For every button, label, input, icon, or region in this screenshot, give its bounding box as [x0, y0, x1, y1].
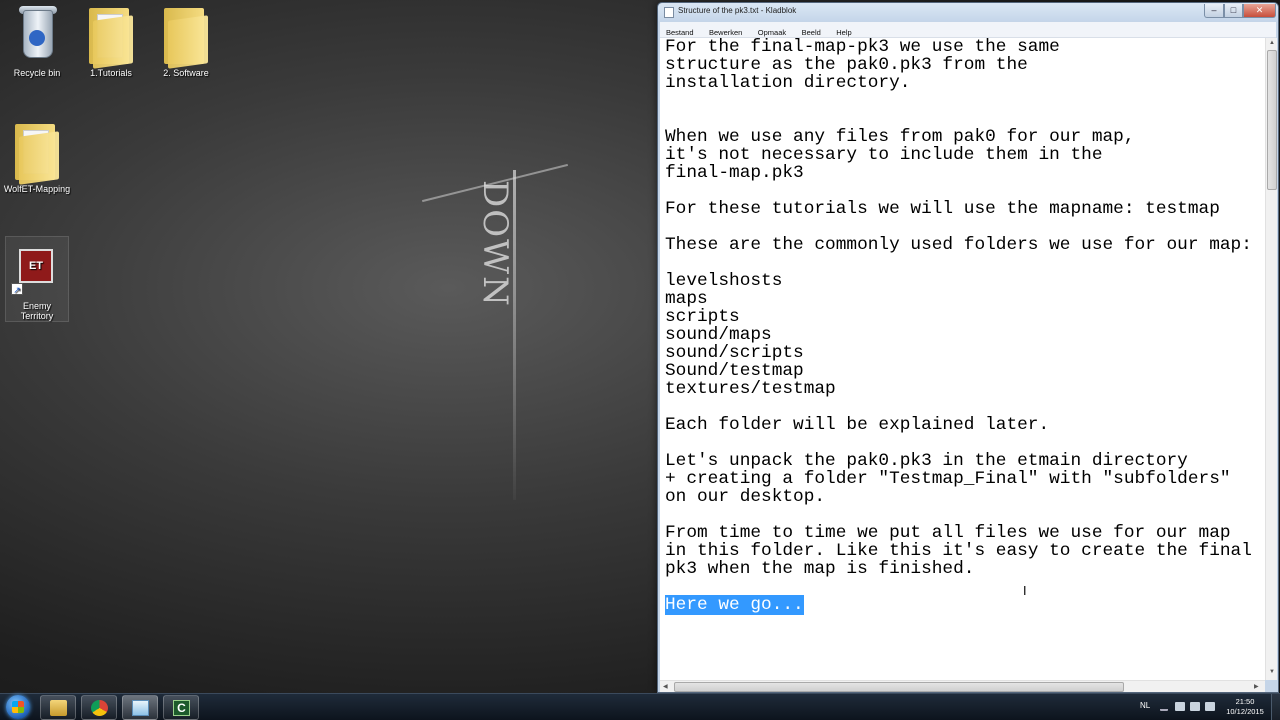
desktop-icon-label: 2. Software: [163, 68, 209, 78]
taskbar-notepad[interactable]: [122, 695, 158, 720]
start-button[interactable]: [6, 695, 30, 719]
text-line: maps: [665, 289, 708, 309]
volume-icon[interactable]: [1205, 702, 1215, 711]
text-line: These are the commonly used folders we u…: [665, 235, 1252, 255]
text-line: [665, 182, 1252, 200]
text-line: final-map.pk3: [665, 163, 804, 183]
text-line: [665, 578, 1252, 596]
text-line: it's not necessary to include them in th…: [665, 145, 1103, 165]
text-line: sound/scripts: [665, 343, 804, 363]
horizontal-scrollbar[interactable]: ◀ ▶: [660, 680, 1265, 692]
desktop-icon-tutorials[interactable]: 1.Tutorials: [75, 4, 147, 78]
editor-text[interactable]: For the final-map-pk3 we use the same str…: [665, 38, 1252, 615]
text-line: For the final-map-pk3 we use the same: [665, 38, 1060, 57]
windows-logo-icon: [12, 701, 24, 713]
desktop-icon-label: WolfET-Mapping: [3, 184, 71, 194]
taskbar-chrome[interactable]: [81, 695, 117, 720]
desktop-icon-enemy-territory[interactable]: ET ↗ Enemy Territory: [5, 236, 69, 322]
text-line: [665, 110, 1252, 128]
close-button[interactable]: ✕: [1243, 4, 1276, 18]
text-line: From time to time we put all files we us…: [665, 523, 1231, 543]
desktop-icon-recycle-bin[interactable]: Recycle bin: [1, 4, 73, 78]
text-line: Here we go...: [665, 595, 1252, 615]
scroll-left-icon[interactable]: ◀: [663, 683, 668, 690]
vertical-scrollbar[interactable]: ▲ ▼: [1265, 38, 1277, 680]
folder-icon: [83, 4, 139, 69]
network-icon[interactable]: [1190, 702, 1200, 711]
minimize-button[interactable]: –: [1204, 4, 1224, 18]
text-line: [665, 506, 1252, 524]
clock-time: 21:50: [1235, 697, 1255, 706]
menu-bewerken[interactable]: Bewerken: [703, 25, 747, 37]
explorer-icon: [50, 700, 67, 716]
scroll-up-icon[interactable]: ▲: [1269, 40, 1275, 46]
notepad-window[interactable]: Structure of the pk3.txt - Kladblok – □ …: [657, 2, 1279, 693]
folder-icon: [9, 120, 65, 185]
window-title: Structure of the pk3.txt - Kladblok: [678, 6, 797, 15]
desktop-icon-label: Enemy Territory: [20, 301, 54, 321]
text-line: in this folder. Like this it's easy to c…: [665, 541, 1252, 561]
text-line: scripts: [665, 307, 740, 327]
desktop-icon-label: Recycle bin: [13, 68, 61, 78]
text-cursor-icon: I: [1023, 584, 1027, 598]
clock[interactable]: 21:50 10/12/2015: [1222, 697, 1268, 717]
text-line: When we use any files from pak0 for our …: [665, 127, 1135, 147]
chrome-icon: [91, 700, 108, 716]
desktop-icon-label: 1.Tutorials: [90, 68, 132, 78]
text-line: [665, 92, 1252, 110]
horizontal-scroll-thumb[interactable]: [674, 682, 1124, 692]
title-bar[interactable]: Structure of the pk3.txt - Kladblok – □ …: [658, 3, 1278, 21]
text-line: structure as the pak0.pk3 from the: [665, 55, 1028, 75]
text-line: on our desktop.: [665, 487, 826, 507]
menu-beeld[interactable]: Beeld: [796, 25, 826, 37]
text-line: [665, 254, 1252, 272]
camtasia-icon: C: [173, 700, 190, 716]
menu-opmaak[interactable]: Opmaak: [752, 25, 791, 37]
taskbar-explorer[interactable]: [40, 695, 76, 720]
desktop-icon-wolfet-mapping[interactable]: WolfET-Mapping: [1, 120, 73, 194]
scroll-down-icon[interactable]: ▼: [1269, 669, 1275, 675]
clock-date: 10/12/2015: [1226, 707, 1264, 716]
text-line: + creating a folder "Testmap_Final" with…: [665, 469, 1231, 489]
tray-arrow-icon[interactable]: [1160, 702, 1168, 711]
scroll-right-icon[interactable]: ▶: [1254, 683, 1259, 690]
text-line: Let's unpack the pak0.pk3 in the etmain …: [665, 451, 1188, 471]
text-line: Sound/testmap: [665, 361, 804, 381]
recycle-bin-icon: [9, 4, 65, 66]
action-center-icon[interactable]: [1175, 702, 1185, 711]
text-line: [665, 218, 1252, 236]
text-line: textures/testmap: [665, 379, 836, 399]
wallpaper-text: DOWN: [475, 180, 515, 308]
taskbar: C NL 21:50 10/12/2015: [0, 693, 1280, 720]
show-desktop-button[interactable]: [1271, 694, 1280, 720]
text-line: For these tutorials we will use the mapn…: [665, 199, 1220, 219]
desktop-icon-software[interactable]: 2. Software: [150, 4, 222, 78]
notepad-icon: [664, 7, 674, 18]
language-indicator[interactable]: NL: [1140, 701, 1150, 710]
menu-help[interactable]: Help: [830, 25, 856, 37]
maximize-button[interactable]: □: [1224, 4, 1243, 18]
menu-bar: Bestand Bewerken Opmaak Beeld Help: [660, 22, 1276, 38]
text-line: [665, 434, 1252, 452]
taskbar-camtasia[interactable]: C: [163, 695, 199, 720]
shortcut-arrow-icon: ↗: [11, 283, 23, 295]
selected-text[interactable]: Here we go...: [665, 595, 804, 615]
text-line: sound/maps: [665, 325, 772, 345]
text-line: Each folder will be explained later.: [665, 415, 1050, 435]
text-line: levelshosts: [665, 271, 783, 291]
text-line: pk3 when the map is finished.: [665, 559, 975, 579]
folder-icon: [158, 4, 214, 69]
text-line: [665, 398, 1252, 416]
notepad-icon: [132, 700, 149, 716]
enemy-territory-icon: ET ↗: [9, 237, 65, 299]
menu-bestand[interactable]: Bestand: [660, 25, 699, 37]
text-line: installation directory.: [665, 73, 911, 93]
text-editor[interactable]: For the final-map-pk3 we use the same str…: [660, 38, 1265, 680]
vertical-scroll-thumb[interactable]: [1267, 50, 1277, 190]
